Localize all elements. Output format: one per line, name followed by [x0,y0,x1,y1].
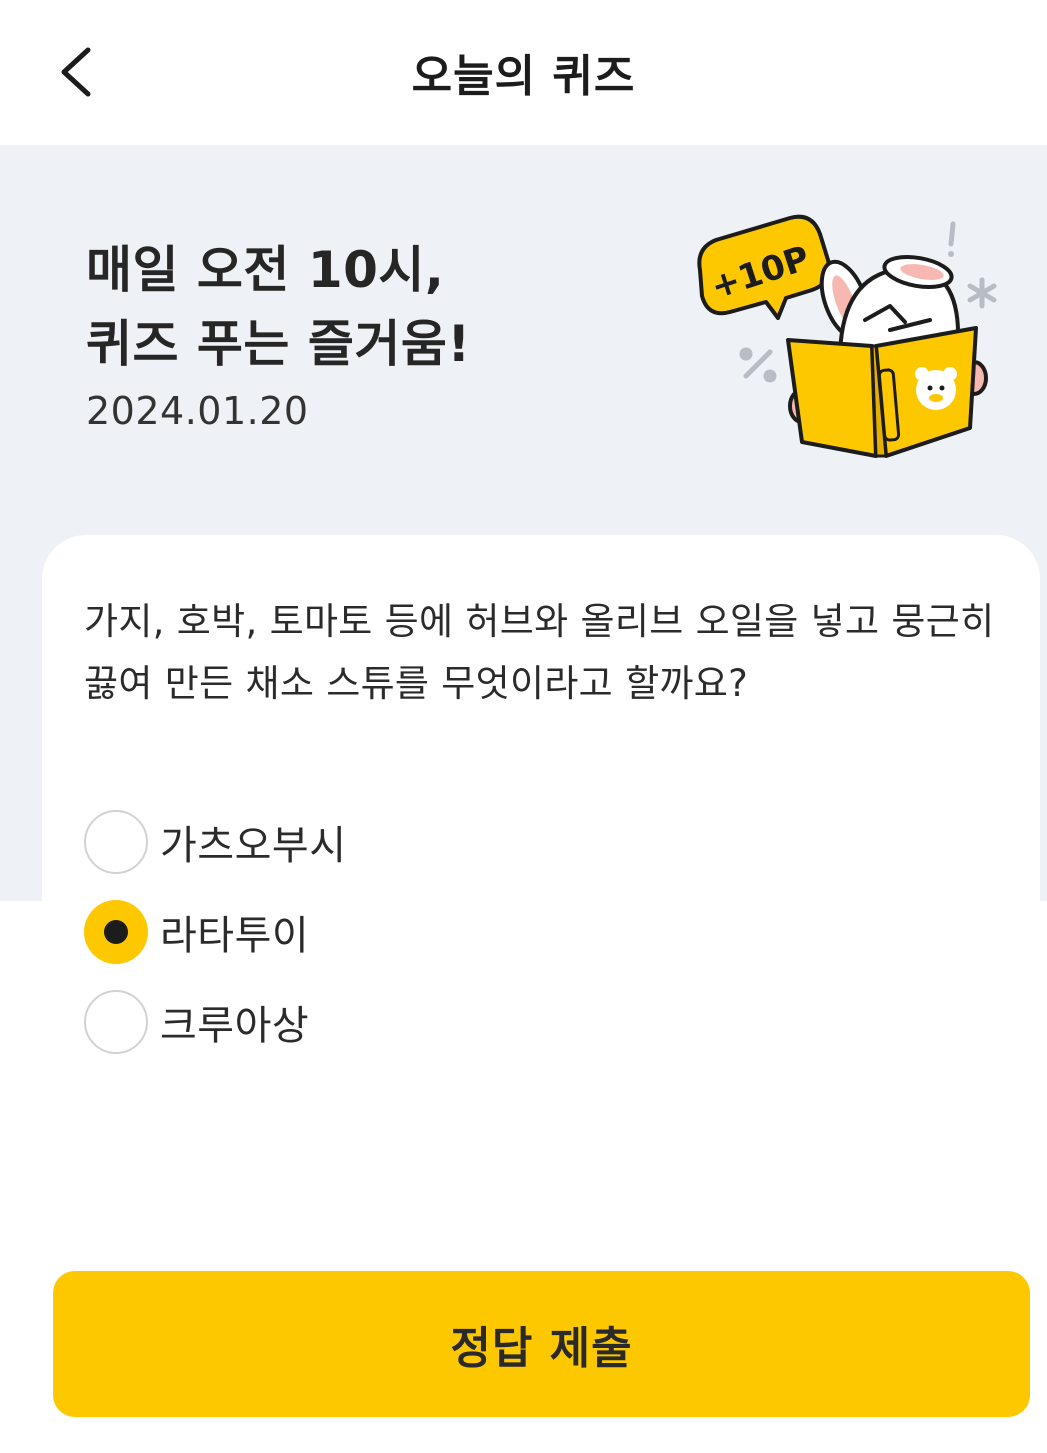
radio-button[interactable] [84,810,148,874]
answer-option-1[interactable]: 가츠오부시 [84,797,684,887]
answer-option-2[interactable]: 라타투이 [84,887,684,977]
top-bar: 오늘의 퀴즈 [0,0,1047,145]
hero-headline-line1: 매일 오전 10시, [86,241,445,299]
answer-option-3[interactable]: 크루아상 [84,977,684,1067]
answer-option-label: 라타투이 [160,913,310,959]
quiz-page: 오늘의 퀴즈 매일 오전 10시, 퀴즈 푸는 즐거움! 2024.01.20 … [0,0,1047,1453]
answer-options: 가츠오부시 라타투이 크루아상 [84,797,684,1067]
exclamation-icon [948,221,956,257]
quiz-question: 가지, 호박, 토마토 등에 허브와 올리브 오일을 넣고 뭉근히 끓여 만든 … [84,600,995,705]
submit-answer-button[interactable]: 정답 제출 [53,1271,1030,1417]
hero-headline-line2: 퀴즈 푸는 즐거움! [86,315,471,373]
radio-button-selected[interactable] [84,900,148,964]
reading-rabbit-illustration: +10P [697,214,997,458]
radio-dot [104,920,128,944]
points-badge: +10P [697,214,832,320]
answer-option-label: 가츠오부시 [160,823,347,869]
percent-icon [739,347,777,383]
hero-headline: 매일 오전 10시, 퀴즈 푸는 즐거움! [86,233,471,381]
bear-logo-icon [915,367,957,410]
radio-button[interactable] [84,990,148,1054]
asterisk-icon [967,277,997,309]
book [786,326,978,458]
quiz-date: 2024.01.20 [86,389,309,433]
answer-option-label: 크루아상 [160,1003,310,1049]
page-title: 오늘의 퀴즈 [411,51,636,102]
